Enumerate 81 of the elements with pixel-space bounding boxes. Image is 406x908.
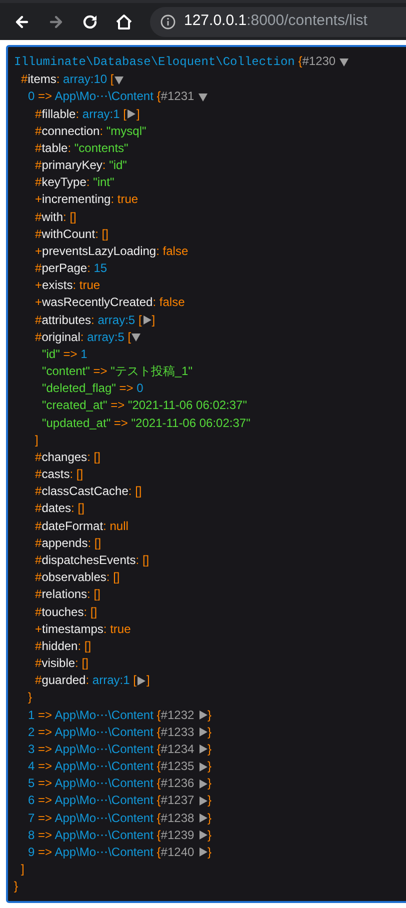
property-entry: #casts: [] xyxy=(35,466,84,484)
url-text: 127.0.0.1:8000/contents/list xyxy=(184,11,368,32)
closing-bracket: } xyxy=(208,775,212,792)
closing-bracket: } xyxy=(28,689,32,706)
array-entry: "deleted_flag" => 0 xyxy=(42,380,144,398)
array-item: 7 => App\Mo⋯\Content {#1238 xyxy=(28,810,196,827)
array-item: 8 => App\Mo⋯\Content {#1239 xyxy=(28,826,196,844)
property-entry: #with: [] xyxy=(35,208,76,226)
closing-bracket: ] xyxy=(152,312,156,329)
array-entry: "id" => 1 xyxy=(42,346,88,363)
caret-down-icon[interactable] xyxy=(114,74,124,85)
property-entry: #classCastCache: [] xyxy=(35,483,142,500)
property-entry: #appends: [] xyxy=(35,534,102,552)
property-entry: #original: array:5 [ xyxy=(35,328,132,346)
property-entry: #touches: [] xyxy=(35,604,98,620)
caret-right-icon[interactable] xyxy=(198,710,208,720)
array-entry: "created_at" => "2021-11-06 06:02:37" xyxy=(42,397,247,414)
closing-bracket: } xyxy=(208,826,212,844)
closing-bracket: } xyxy=(208,792,212,810)
array-item: 2 => App\Mo⋯\Content {#1233 xyxy=(28,724,196,741)
closing-bracket: } xyxy=(208,724,212,741)
caret-right-icon[interactable] xyxy=(198,847,208,858)
property-entry: +timestamps: true xyxy=(35,620,131,638)
property-entry: +exists: true xyxy=(35,277,100,294)
caret-right-icon[interactable] xyxy=(126,109,136,120)
closing-bracket: ] xyxy=(21,861,24,878)
property-entry: #relations: [] xyxy=(35,586,100,604)
closing-bracket: } xyxy=(208,758,212,776)
closing-bracket: } xyxy=(208,706,212,724)
caret-down-icon[interactable] xyxy=(338,57,349,68)
property-entry: #fillable: array:1 [ xyxy=(35,106,126,123)
array-item: 3 => App\Mo⋯\Content {#1234 xyxy=(28,740,196,758)
caret-down-icon[interactable] xyxy=(198,92,208,102)
property-entry: #items: array:10 [ xyxy=(21,71,114,88)
property-entry: #changes: [] xyxy=(35,448,100,466)
info-icon[interactable] xyxy=(160,14,176,30)
closing-bracket: } xyxy=(14,878,18,896)
closing-bracket: } xyxy=(208,844,212,861)
array-item: 4 => App\Mo⋯\Content {#1235 xyxy=(28,758,196,776)
closing-bracket: ] xyxy=(35,432,38,449)
property-entry: #withCount: [] xyxy=(35,226,108,243)
array-item: 6 => App\Mo⋯\Content {#1237 xyxy=(28,792,196,810)
caret-right-icon[interactable] xyxy=(198,830,208,840)
caret-right-icon[interactable] xyxy=(198,778,208,789)
property-entry: #dates: [] xyxy=(35,500,84,518)
closing-bracket: } xyxy=(208,810,212,827)
caret-right-icon[interactable] xyxy=(198,813,208,824)
property-entry: #observables: [] xyxy=(35,569,120,586)
property-entry: #dateFormat: null xyxy=(35,518,128,535)
property-entry: +wasRecentlyCreated: false xyxy=(35,294,185,312)
array-item: 5 => App\Mo⋯\Content {#1236 xyxy=(28,775,196,792)
array-entry: "content" => "テスト投稿_1" xyxy=(42,363,192,380)
caret-down-icon[interactable] xyxy=(131,332,142,342)
property-entry: +preventsLazyLoading: false xyxy=(35,242,188,260)
closing-bracket: ] xyxy=(136,106,140,123)
array-item: 1 => App\Mo⋯\Content {#1232 xyxy=(28,706,196,724)
caret-right-icon[interactable] xyxy=(142,315,152,326)
property-entry: #connection: "mysql" xyxy=(35,122,146,140)
property-entry: #hidden: [] xyxy=(35,638,92,655)
caret-right-icon[interactable] xyxy=(136,676,146,686)
caret-right-icon[interactable] xyxy=(198,762,208,772)
property-entry: #guarded: array:1 [ xyxy=(35,672,136,690)
closing-bracket: ] xyxy=(146,672,150,690)
class-header: Illuminate\Database\Eloquent\Collection {#1230 xyxy=(14,53,337,71)
caret-right-icon[interactable] xyxy=(198,727,208,738)
property-entry: #primaryKey: "id" xyxy=(35,157,127,174)
home-button[interactable] xyxy=(114,12,134,32)
array-entry: "updated_at" => "2021-11-06 06:02:37" xyxy=(42,414,250,432)
array-item: 0 => App\Mo⋯\Content {#1231 xyxy=(28,88,196,106)
caret-right-icon[interactable] xyxy=(198,744,208,754)
property-entry: #perPage: 15 xyxy=(35,260,108,278)
closing-bracket: } xyxy=(208,740,212,758)
property-entry: #keyType: "int" xyxy=(35,174,114,192)
address-bar[interactable]: 127.0.0.1:8000/contents/list xyxy=(150,6,406,36)
property-entry: #table: "contents" xyxy=(35,140,128,157)
array-item: 9 => App\Mo⋯\Content {#1240 xyxy=(28,844,196,861)
property-entry: #visible: [] xyxy=(35,655,88,672)
property-entry: #attributes: array:5 [ xyxy=(35,312,142,329)
property-entry: +incrementing: true xyxy=(35,191,138,208)
property-entry: #dispatchesEvents: [] xyxy=(35,552,150,569)
caret-right-icon[interactable] xyxy=(198,796,208,806)
